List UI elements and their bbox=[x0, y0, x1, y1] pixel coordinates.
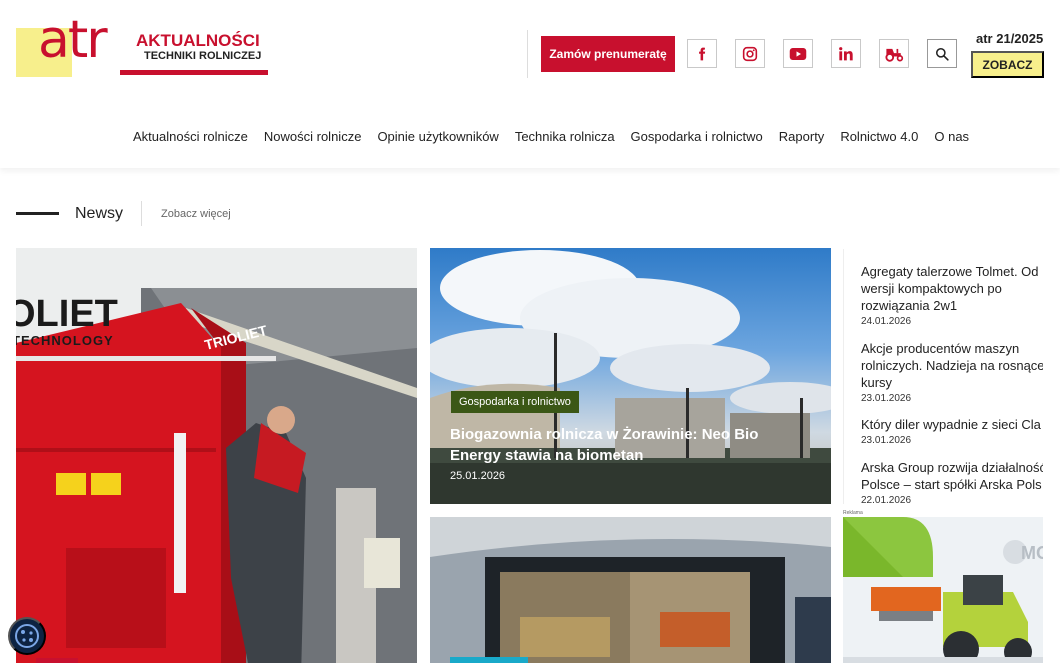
cookie-settings-icon[interactable] bbox=[8, 617, 46, 655]
featured-mid-title[interactable]: Biogazownia rolnicza w Żorawinie: Neo Bi… bbox=[450, 424, 810, 466]
list-item-title-line: rozwiązania 2w1 bbox=[861, 298, 958, 313]
list-item-date: 23.01.2026 bbox=[861, 393, 912, 404]
list-item-title-line: Polsce – start spółki Arska Pols bbox=[861, 477, 1042, 492]
list-item[interactable]: Arska Group rozwija działalność Polsce –… bbox=[861, 459, 1043, 504]
logo-title-line2: TECHNIKI ROLNICZEJ bbox=[144, 50, 262, 62]
logo-underline bbox=[120, 70, 268, 75]
tractor-icon[interactable] bbox=[879, 39, 909, 68]
site-logo[interactable]: atr AKTUALNOŚCI TECHNIKI ROLNICZEJ bbox=[16, 14, 271, 80]
list-item-title-line: Agregaty talerzowe Tolmet. Od bbox=[861, 264, 1039, 279]
search-icon[interactable] bbox=[927, 39, 957, 68]
list-item-title-line: rolniczych. Nadzieja na rosnące bbox=[861, 358, 1043, 373]
list-item-title-line: wersji kompaktowych po bbox=[861, 281, 1002, 296]
list-item-title-line: Arska Group rozwija działalność bbox=[861, 460, 1043, 475]
nav-item-aktualnosci[interactable]: Aktualności rolnicze bbox=[125, 129, 256, 144]
nav-item-nowosci[interactable]: Nowości rolnicze bbox=[256, 129, 370, 144]
list-item-date: 22.01.2026 bbox=[861, 495, 912, 504]
youtube-icon[interactable] bbox=[783, 39, 813, 68]
subscribe-button[interactable]: Zamów prenumeratę bbox=[541, 36, 675, 72]
list-item[interactable]: Który diler wypadnie z sieci Cla 23.01.2… bbox=[861, 416, 1043, 446]
header-divider bbox=[527, 30, 528, 78]
featured-mid-date: 25.01.2026 bbox=[450, 470, 506, 482]
list-item[interactable]: Akcje producentów maszyn rolniczych. Nad… bbox=[861, 340, 1043, 404]
brand-sign-small: TECHNOLOGY bbox=[16, 333, 114, 348]
nav-item-gospodarka[interactable]: Gospodarka i rolnictwo bbox=[623, 129, 771, 144]
current-issue: atr 21/2025 bbox=[976, 31, 1044, 46]
main-nav: Aktualności rolnicze Nowości rolnicze Op… bbox=[125, 129, 977, 144]
featured-article-left[interactable]: TRIOLIET OLIET TECHNOLOGY bbox=[16, 248, 417, 663]
nav-item-technika[interactable]: Technika rolnicza bbox=[507, 129, 623, 144]
ad-label: Reklama bbox=[843, 510, 863, 516]
section-accent-line bbox=[16, 212, 59, 215]
nav-item-opinie[interactable]: Opinie użytkowników bbox=[369, 129, 506, 144]
logo-title-line1: AKTUALNOŚCI bbox=[136, 31, 260, 50]
news-list: Agregaty talerzowe Tolmet. Od wersji kom… bbox=[843, 249, 1043, 504]
linkedin-icon[interactable] bbox=[831, 39, 861, 68]
tractor-cab-image bbox=[430, 517, 831, 663]
list-item-title-line: kursy bbox=[861, 375, 893, 390]
nav-item-raporty[interactable]: Raporty bbox=[771, 129, 833, 144]
brand-sign-large: OLIET bbox=[16, 293, 118, 335]
instagram-icon[interactable] bbox=[735, 39, 765, 68]
advertisement[interactable]: MO bbox=[843, 517, 1043, 663]
list-item-date: 24.01.2026 bbox=[861, 316, 912, 327]
list-item-date: 23.01.2026 bbox=[861, 435, 912, 446]
facebook-icon[interactable] bbox=[687, 39, 717, 68]
section-title: Newsy bbox=[75, 205, 124, 222]
nav-item-rolnictwo-40[interactable]: Rolnictwo 4.0 bbox=[832, 129, 926, 144]
article-card-mid-bottom[interactable] bbox=[430, 517, 831, 663]
see-more-link[interactable]: Zobacz więcej bbox=[161, 208, 231, 220]
category-badge[interactable]: Gospodarka i rolnictwo bbox=[451, 391, 579, 413]
nav-item-o-nas[interactable]: O nas bbox=[926, 129, 977, 144]
ad-tractor-image: MO bbox=[843, 517, 1043, 663]
list-item-title-line: Akcje producentów maszyn bbox=[861, 341, 1020, 356]
list-item-title-line: Który diler wypadnie z sieci Cla bbox=[861, 417, 1041, 432]
list-item[interactable]: Agregaty talerzowe Tolmet. Od wersji kom… bbox=[861, 263, 1043, 327]
zobacz-issue-button[interactable]: ZOBACZ bbox=[971, 51, 1044, 78]
ad-brand-text: MO bbox=[1021, 543, 1043, 563]
featured-left-image: TRIOLIET OLIET TECHNOLOGY bbox=[16, 248, 417, 663]
logo-mark: atr bbox=[38, 10, 108, 70]
section-divider bbox=[141, 201, 142, 226]
site-header: atr AKTUALNOŚCI TECHNIKI ROLNICZEJ Zamów… bbox=[0, 0, 1060, 168]
